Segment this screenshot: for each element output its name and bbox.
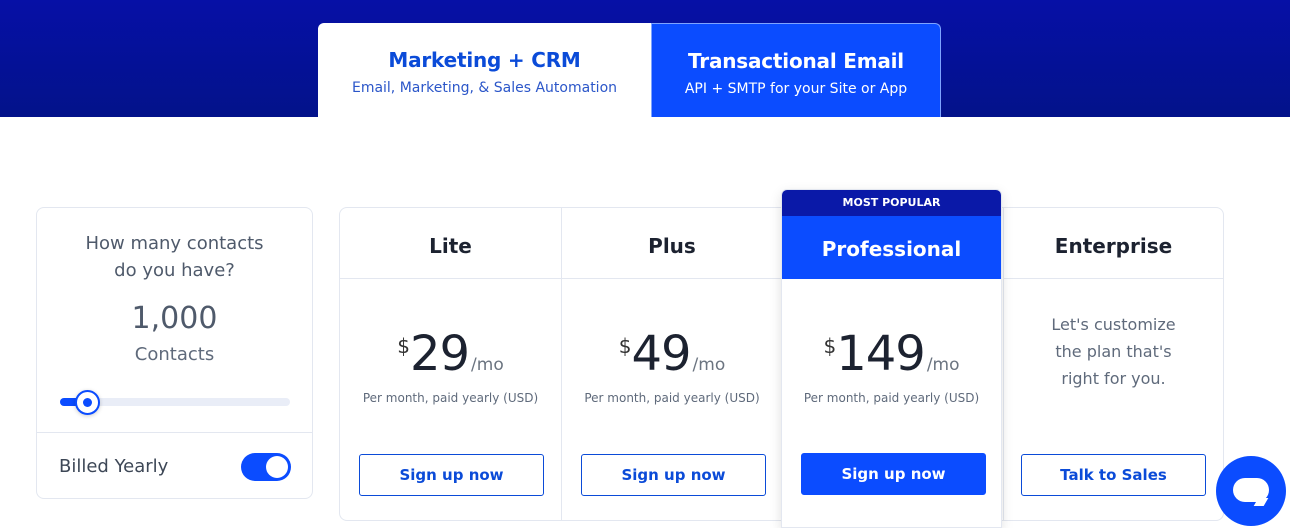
price-amount: 149 bbox=[836, 326, 926, 382]
plan-enterprise: Enterprise Let's customize the plan that… bbox=[1003, 208, 1223, 520]
price-period: /mo bbox=[692, 355, 726, 375]
price-note: Per month, paid yearly (USD) bbox=[803, 391, 980, 405]
currency-symbol: $ bbox=[397, 334, 410, 358]
plan-lite: Lite $29/mo Per month, paid yearly (USD)… bbox=[340, 208, 561, 520]
currency-symbol: $ bbox=[618, 334, 632, 358]
contacts-question: How many contacts do you have? bbox=[85, 233, 264, 281]
plus-sign-up-button[interactable]: Sign up now bbox=[581, 454, 766, 496]
plan-name: Lite bbox=[429, 234, 472, 258]
billing-label: Billed Yearly bbox=[59, 456, 169, 477]
enterprise-description: Let's customize the plan that's right fo… bbox=[1051, 315, 1176, 388]
tab-marketing-crm[interactable]: Marketing + CRM Email, Marketing, & Sale… bbox=[318, 23, 651, 117]
plan-header: Lite bbox=[340, 208, 561, 279]
plan-price: $49/mo bbox=[562, 326, 782, 382]
plan-price: $149/mo bbox=[782, 326, 1001, 382]
plan-professional: MOST POPULAR Professional $149/mo Per mo… bbox=[781, 189, 1002, 528]
plan-header: Plus bbox=[562, 208, 782, 279]
plan-header: Professional bbox=[782, 216, 1001, 279]
price-note: Per month, paid yearly (USD) bbox=[362, 391, 539, 405]
professional-sign-up-button[interactable]: Sign up now bbox=[801, 453, 986, 495]
lite-sign-up-button[interactable]: Sign up now bbox=[359, 454, 544, 496]
tab-subtitle: Email, Marketing, & Sales Automation bbox=[351, 80, 618, 96]
price-amount: 29 bbox=[409, 326, 470, 382]
toggle-knob bbox=[266, 456, 288, 478]
price-amount: 49 bbox=[631, 326, 691, 382]
talk-to-sales-button[interactable]: Talk to Sales bbox=[1021, 454, 1206, 496]
plan-name: Professional bbox=[821, 237, 962, 261]
tab-title: Marketing + CRM bbox=[388, 48, 581, 72]
billing-row: Billed Yearly bbox=[37, 432, 312, 500]
plan-name: Enterprise bbox=[1054, 234, 1173, 258]
most-popular-badge: MOST POPULAR bbox=[782, 190, 1001, 216]
plan-plus: Plus $49/mo Per month, paid yearly (USD)… bbox=[561, 208, 782, 520]
tab-transactional-email[interactable]: Transactional Email API + SMTP for your … bbox=[651, 23, 941, 117]
billed-yearly-toggle[interactable] bbox=[241, 453, 291, 481]
price-period: /mo bbox=[471, 355, 504, 375]
contacts-card: How many contacts do you have? 1,000 Con… bbox=[36, 207, 313, 499]
contacts-unit: Contacts bbox=[134, 344, 215, 365]
chat-bubble-icon bbox=[1233, 478, 1269, 502]
plan-price: $29/mo bbox=[340, 326, 561, 382]
tab-subtitle: API + SMTP for your Site or App bbox=[684, 81, 908, 97]
plan-name: Plus bbox=[648, 234, 696, 258]
price-period: /mo bbox=[926, 355, 960, 375]
contacts-value: 1,000 bbox=[131, 301, 218, 336]
price-note: Per month, paid yearly (USD) bbox=[584, 391, 760, 405]
plan-header: Enterprise bbox=[1004, 208, 1223, 279]
tab-title: Transactional Email bbox=[688, 49, 904, 73]
contacts-slider-handle[interactable] bbox=[75, 390, 100, 415]
chat-launcher-button[interactable] bbox=[1216, 456, 1286, 526]
currency-symbol: $ bbox=[823, 334, 837, 358]
